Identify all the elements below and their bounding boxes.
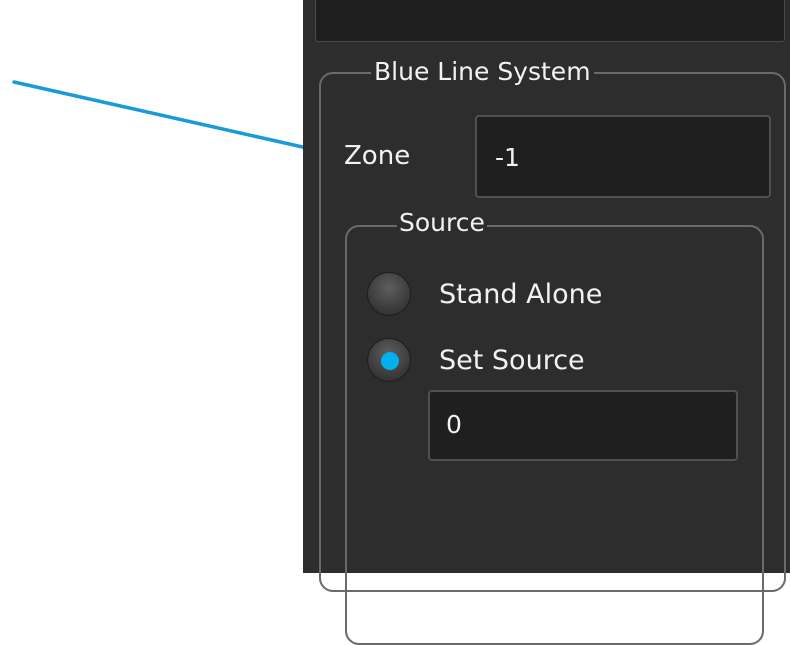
source-group: Source Stand Alone Set Source 0	[345, 209, 764, 645]
zone-label: Zone	[344, 141, 411, 171]
zone-value: -1	[495, 143, 520, 172]
stand-alone-radio[interactable]	[367, 272, 411, 316]
set-source-radio[interactable]	[367, 338, 411, 382]
stand-alone-label[interactable]: Stand Alone	[439, 279, 602, 311]
source-input[interactable]: 0	[428, 390, 738, 461]
settings-panel: Blue Line System Zone -1 Source Stand Al…	[303, 0, 790, 645]
zone-input[interactable]: -1	[475, 115, 771, 198]
blue-line-system-group: Blue Line System Zone -1 Source Stand Al…	[319, 58, 786, 645]
source-title: Source	[397, 208, 487, 237]
radio-selected-dot	[381, 352, 399, 370]
source-value: 0	[446, 410, 462, 439]
top-bar	[315, 0, 785, 42]
group-title: Blue Line System	[371, 58, 594, 86]
set-source-label[interactable]: Set Source	[439, 345, 585, 377]
